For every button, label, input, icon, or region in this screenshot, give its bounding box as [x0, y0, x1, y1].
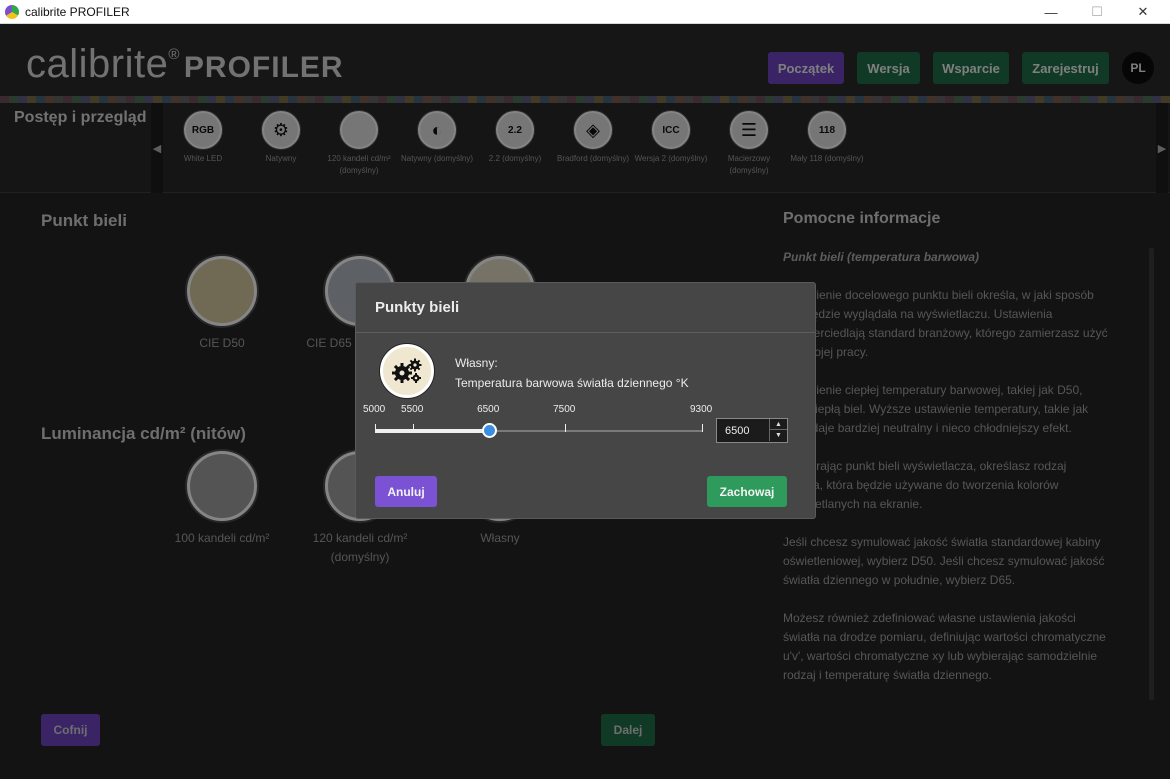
temperature-spinbox[interactable]: ▲ ▼ — [716, 418, 788, 443]
temperature-input[interactable] — [717, 419, 769, 442]
slider-tick — [565, 424, 567, 432]
window-title: calibrite PROFILER — [25, 4, 130, 19]
gears-icon — [380, 344, 434, 398]
maximize-button[interactable]: ☐ — [1074, 0, 1120, 24]
custom-option-description: Temperatura barwowa światła dziennego °K — [455, 376, 689, 390]
dialog-divider — [356, 332, 815, 333]
minimize-button[interactable]: — — [1028, 0, 1074, 24]
spin-down-icon[interactable]: ▼ — [769, 430, 787, 441]
whitepoint-dialog: Punkty bieli Własny: Temperatura barwowa… — [355, 282, 816, 519]
app-icon — [5, 4, 19, 19]
custom-option-name: Własny: — [455, 356, 498, 370]
save-button[interactable]: Zachowaj — [707, 476, 787, 507]
slider-tick-label: 5500 — [401, 404, 424, 415]
spin-up-icon[interactable]: ▲ — [769, 419, 787, 430]
slider-tick — [375, 424, 376, 432]
temperature-slider-fill — [375, 429, 490, 433]
dialog-title: Punkty bieli — [375, 299, 460, 316]
slider-tick-label: 5000 — [363, 404, 386, 415]
slider-tick-label: 6500 — [477, 404, 500, 415]
slider-tick-label: 7500 — [553, 404, 576, 415]
slider-tick — [413, 424, 415, 432]
temperature-slider-thumb[interactable] — [482, 423, 498, 438]
cancel-button[interactable]: Anuluj — [375, 476, 437, 507]
slider-tick-label: 9300 — [690, 404, 713, 415]
close-button[interactable]: ✕ — [1120, 0, 1166, 24]
window-titlebar: calibrite PROFILER — ☐ ✕ — [0, 0, 1170, 24]
slider-tick — [702, 424, 703, 432]
